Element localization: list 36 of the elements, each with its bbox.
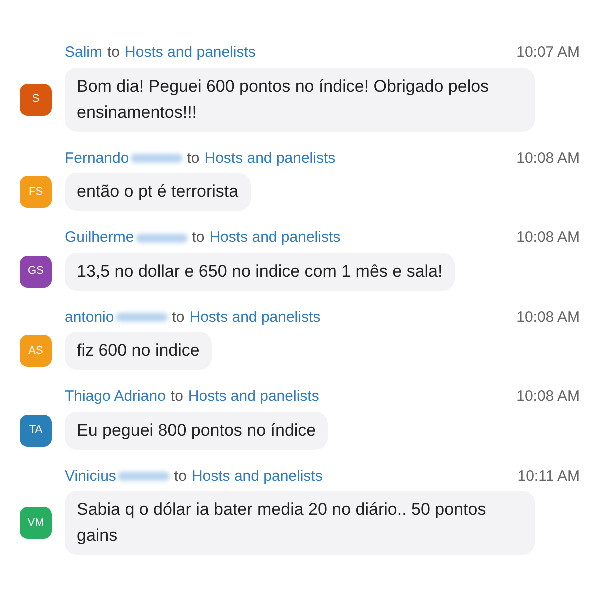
to-label: to xyxy=(192,228,205,248)
avatar: VM xyxy=(20,507,52,539)
message-bubble: Eu peguei 800 pontos no índice xyxy=(65,412,328,450)
to-label: to xyxy=(172,308,185,328)
recipient-name[interactable]: Hosts and panelists xyxy=(188,386,320,408)
message-bubble: então o pt é terrorista xyxy=(65,173,251,211)
sender-name[interactable]: Thiago Adriano xyxy=(65,386,166,408)
message-bubble: 13,5 no dollar e 650 no indice com 1 mês e sala! xyxy=(65,252,455,290)
sender-name[interactable]: antonio xyxy=(65,306,114,329)
to-label: to xyxy=(174,466,187,486)
to-label: to xyxy=(108,43,120,63)
recipient-name[interactable]: Hosts and panelists xyxy=(204,148,336,170)
message-bubble: fiz 600 no indice xyxy=(65,332,212,370)
message-time: 10:08 AM xyxy=(516,387,580,407)
avatar: S xyxy=(20,84,52,116)
recipient-name[interactable]: Hosts and panelists xyxy=(192,466,323,488)
message-time: 10:08 AM xyxy=(516,308,580,328)
message-time: 10:11 AM xyxy=(518,466,580,486)
message-time: 10:08 AM xyxy=(516,228,580,248)
avatar: AS xyxy=(20,335,52,367)
message-bubble: Sabia q o dólar ia bater media 20 no diário.. 50 pontos gains xyxy=(65,491,535,555)
to-label: to xyxy=(170,387,184,407)
to-label: to xyxy=(187,148,200,168)
message-time: 10:07 AM xyxy=(516,43,580,63)
message-time: 10:08 AM xyxy=(516,148,580,168)
sender-name[interactable]: Guilherme xyxy=(65,227,134,250)
sender-name[interactable]: Vinicius xyxy=(65,466,116,488)
avatar: FS xyxy=(20,176,52,208)
sender-name[interactable]: Fernando xyxy=(65,148,130,170)
recipient-name[interactable]: Hosts and panelists xyxy=(125,42,256,64)
message-bubble: Bom dia! Peguei 600 pontos no índice! Obrigado pelos ensinamentos!!! xyxy=(65,68,535,132)
avatar: TA xyxy=(20,414,52,446)
sender-name[interactable]: Salim xyxy=(65,42,103,64)
recipient-name[interactable]: Hosts and panelists xyxy=(190,306,321,329)
recipient-name[interactable]: Hosts and panelists xyxy=(210,227,341,250)
avatar: GS xyxy=(20,256,52,288)
